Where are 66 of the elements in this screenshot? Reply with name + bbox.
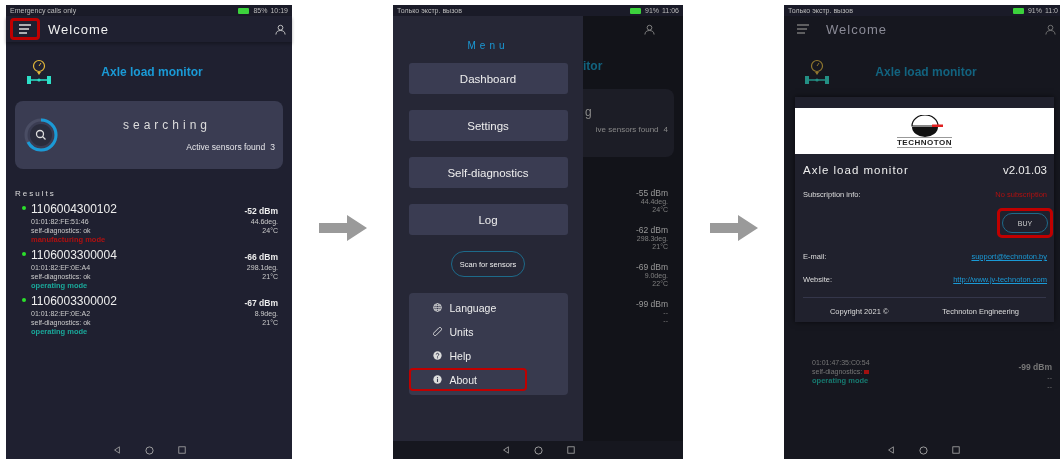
signal-strength: -62 dBm (635, 225, 668, 235)
menu-title: Menu (467, 40, 509, 51)
account-icon[interactable] (275, 23, 286, 35)
menu-icon (796, 24, 810, 34)
signal-strength: -69 dBm (635, 262, 668, 272)
help-icon (432, 351, 442, 360)
sensor-id[interactable]: 1106004300102 (31, 202, 245, 216)
screen-title: Welcome (48, 21, 110, 37)
arrow-icon (710, 215, 758, 241)
menu-button[interactable]: Self-diagnostics (408, 157, 568, 188)
globe-icon (432, 303, 442, 312)
menu-item[interactable]: Help (408, 344, 568, 367)
app-name-fragment: itor (583, 59, 603, 73)
menu-button[interactable]: Settings (408, 110, 568, 141)
back-icon[interactable] (501, 446, 510, 454)
recent-apps-icon[interactable] (566, 446, 575, 454)
recent-apps-icon[interactable] (177, 446, 186, 454)
back-icon[interactable] (112, 446, 121, 454)
recent-apps-icon[interactable] (951, 446, 960, 454)
search-progress-icon (23, 117, 59, 153)
battery-icon (630, 7, 642, 14)
sensor-id[interactable]: 1106003300004 (31, 248, 245, 262)
signal-strength: -99 dBm (635, 299, 668, 309)
online-dot (22, 298, 26, 302)
search-status: searching (122, 118, 212, 132)
sensor-count-label: ive sensors found (595, 125, 659, 134)
account-icon[interactable] (1045, 23, 1056, 35)
screen-title: Welcome (826, 21, 888, 37)
online-dot (22, 206, 26, 210)
info-icon (432, 375, 442, 384)
signal-strength: -66 dBm (244, 252, 278, 262)
sensor-count: 3 (270, 142, 275, 152)
home-icon[interactable] (533, 445, 543, 455)
battery-icon (238, 7, 251, 14)
battery-icon (1012, 7, 1025, 14)
back-icon[interactable] (886, 446, 895, 454)
signal-strength: -55 dBm (635, 188, 668, 198)
axle-gauge-drawing (804, 59, 830, 85)
signal-strength: -52 dBm (244, 206, 278, 216)
app-name: Axle load monitor (100, 65, 204, 79)
arrow-icon (319, 215, 367, 241)
signal-strength: -99 dBm (1018, 362, 1052, 372)
menu-button[interactable]: Log (408, 204, 568, 235)
signal-strength: -67 dBm (244, 298, 278, 308)
sensor-count-label: Active sensors found (186, 142, 266, 152)
error-mark (864, 369, 870, 374)
results-heading: Results (15, 189, 57, 198)
menu-button[interactable]: Dashboard (408, 63, 568, 94)
sensor-count: 4 (663, 125, 668, 134)
home-icon[interactable] (144, 445, 154, 455)
ruler-icon (432, 327, 442, 336)
menu-button[interactable] (10, 18, 40, 40)
menu-item[interactable]: About (408, 368, 527, 391)
app-name: Axle load monitor (874, 65, 978, 79)
version: v2.01.03 (1002, 164, 1047, 176)
axle-gauge-drawing (26, 59, 52, 85)
home-icon[interactable] (918, 445, 928, 455)
menu-item[interactable]: Units (408, 320, 568, 343)
online-dot (22, 252, 26, 256)
search-status-fragment: g (585, 105, 597, 119)
account-icon[interactable] (644, 24, 655, 35)
menu-item[interactable]: Language (408, 296, 568, 319)
logo-text: TECHNOTON (897, 136, 952, 148)
product-name: Axle load monitor (803, 164, 909, 176)
sensor-id[interactable]: 1106003300002 (31, 294, 245, 308)
menu-icon (18, 24, 32, 34)
